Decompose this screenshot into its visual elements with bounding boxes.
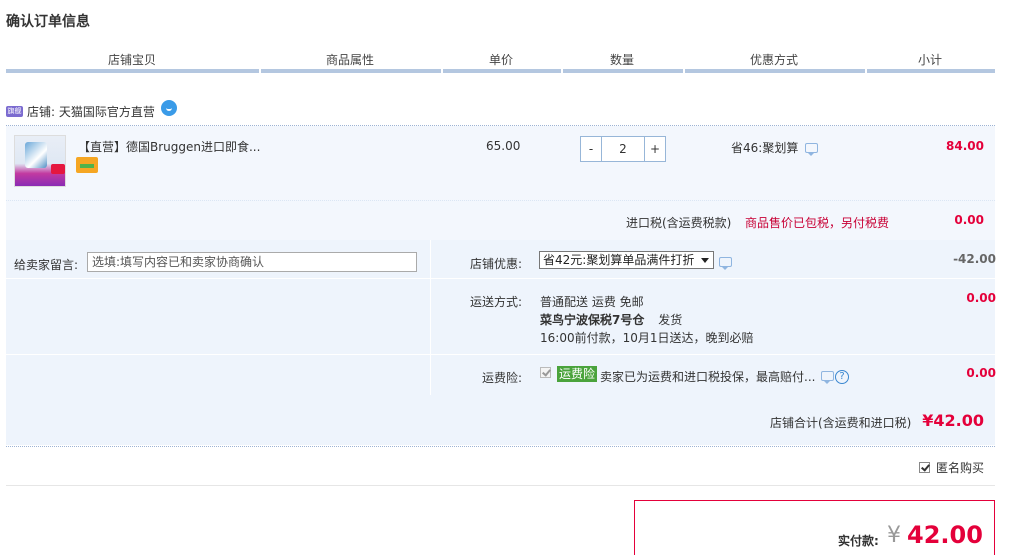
import-tax-note: 商品售价已包税，另付税费 (745, 216, 890, 230)
anonymous-label: 匿名购买 (935, 461, 984, 475)
message-icon[interactable] (821, 371, 834, 384)
import-tax-value: 0.00 (954, 213, 984, 227)
shop-discount-label: 店铺优惠: (469, 257, 522, 271)
column-separator (441, 69, 443, 73)
qty-increase-button[interactable]: + (645, 137, 665, 161)
shipping-value: 0.00 (966, 291, 996, 305)
col-header-unit-price: 单价 (488, 53, 513, 67)
unit-price: 65.00 (486, 139, 521, 153)
product-bag-image (25, 142, 47, 168)
column-separator (683, 69, 685, 73)
tmall-shop-icon: 旗舰 (6, 105, 23, 117)
column-separator (561, 69, 563, 73)
col-header-subtotal: 小计 (917, 53, 942, 67)
column-separator (259, 69, 261, 73)
payment-amount: 42.00 (907, 521, 983, 549)
wangwang-chat-icon[interactable] (160, 100, 177, 116)
shop-discount-value: -42.00 (953, 252, 996, 266)
import-tax-label: 进口税(含运费税款) (626, 216, 732, 230)
col-header-quantity: 数量 (609, 53, 634, 67)
anonymous-checkbox[interactable] (918, 462, 930, 473)
shipping-method: 普通配送 运费 免邮 (540, 295, 644, 309)
anonymous-purchase[interactable]: 匿名购买 (918, 459, 984, 476)
page-title: 确认订单信息 (6, 14, 90, 30)
delivery-promise: 16:00前付款，10月1日送达，晚到必赔 (540, 331, 754, 345)
item-discount: 省46:聚划算 (731, 139, 819, 156)
product-thumbnail[interactable] (14, 135, 66, 187)
payment-summary: 实付款: ¥ 42.00 (634, 500, 995, 555)
shipping-warehouse-line: 菜鸟宁波保税7号仓 发货 (540, 311, 682, 328)
column-header-bar (6, 69, 995, 73)
product-title-link[interactable]: 【直营】德国Bruggen进口即食... (78, 138, 260, 155)
payment-label: 实付款: (838, 534, 879, 548)
shop-line: 旗舰 店铺: 天猫国际官方直营 (6, 100, 177, 120)
item-subtotal: 84.00 (946, 139, 984, 153)
help-icon[interactable]: ? (835, 370, 849, 384)
quantity-stepper: - 2 + (580, 136, 666, 162)
divider (6, 485, 995, 486)
vertical-separator (430, 240, 431, 395)
shop-discount-select[interactable]: 省42元:聚划算单品满件打折 (539, 251, 714, 269)
insurance-value: 0.00 (966, 366, 996, 380)
shipping-label: 运送方式: (469, 295, 522, 309)
dispatch-text: 发货 (658, 313, 683, 327)
qty-input[interactable]: 2 (601, 137, 645, 161)
shop-name[interactable]: 店铺: 天猫国际官方直营 (27, 103, 155, 120)
col-header-item: 店铺宝贝 (107, 53, 156, 67)
credit-card-icon (76, 157, 98, 173)
insurance-badge: 运费险 (557, 366, 598, 382)
insurance-label: 运费险: (481, 371, 522, 385)
payment-currency: ¥ (887, 523, 901, 548)
insurance-checkbox[interactable] (540, 367, 551, 378)
warehouse-name: 菜鸟宁波保税7号仓 (540, 313, 645, 327)
message-icon[interactable] (719, 257, 732, 270)
dropdown-arrow-icon (701, 258, 709, 263)
product-promo-tag (51, 164, 65, 174)
message-icon[interactable] (805, 142, 819, 156)
seller-memo-label: 给卖家留言: (14, 258, 79, 272)
shop-discount-selected: 省42元:聚划算单品满件打折 (543, 253, 695, 267)
insurance-text: 卖家已为运费和进口税投保，最高赔付... (600, 370, 816, 384)
shop-total-value: ¥42.00 (922, 411, 984, 430)
shop-total-label: 店铺合计(含运费和进口税) (770, 416, 912, 430)
divider (6, 354, 995, 355)
discount-text: 省46:聚划算 (731, 141, 799, 155)
col-header-discount: 优惠方式 (749, 53, 798, 67)
seller-memo-input[interactable] (87, 252, 417, 272)
column-separator (865, 69, 867, 73)
divider (6, 446, 995, 447)
col-header-attributes: 商品属性 (325, 53, 374, 67)
qty-decrease-button[interactable]: - (581, 137, 601, 161)
divider (6, 200, 995, 201)
divider (6, 278, 995, 279)
